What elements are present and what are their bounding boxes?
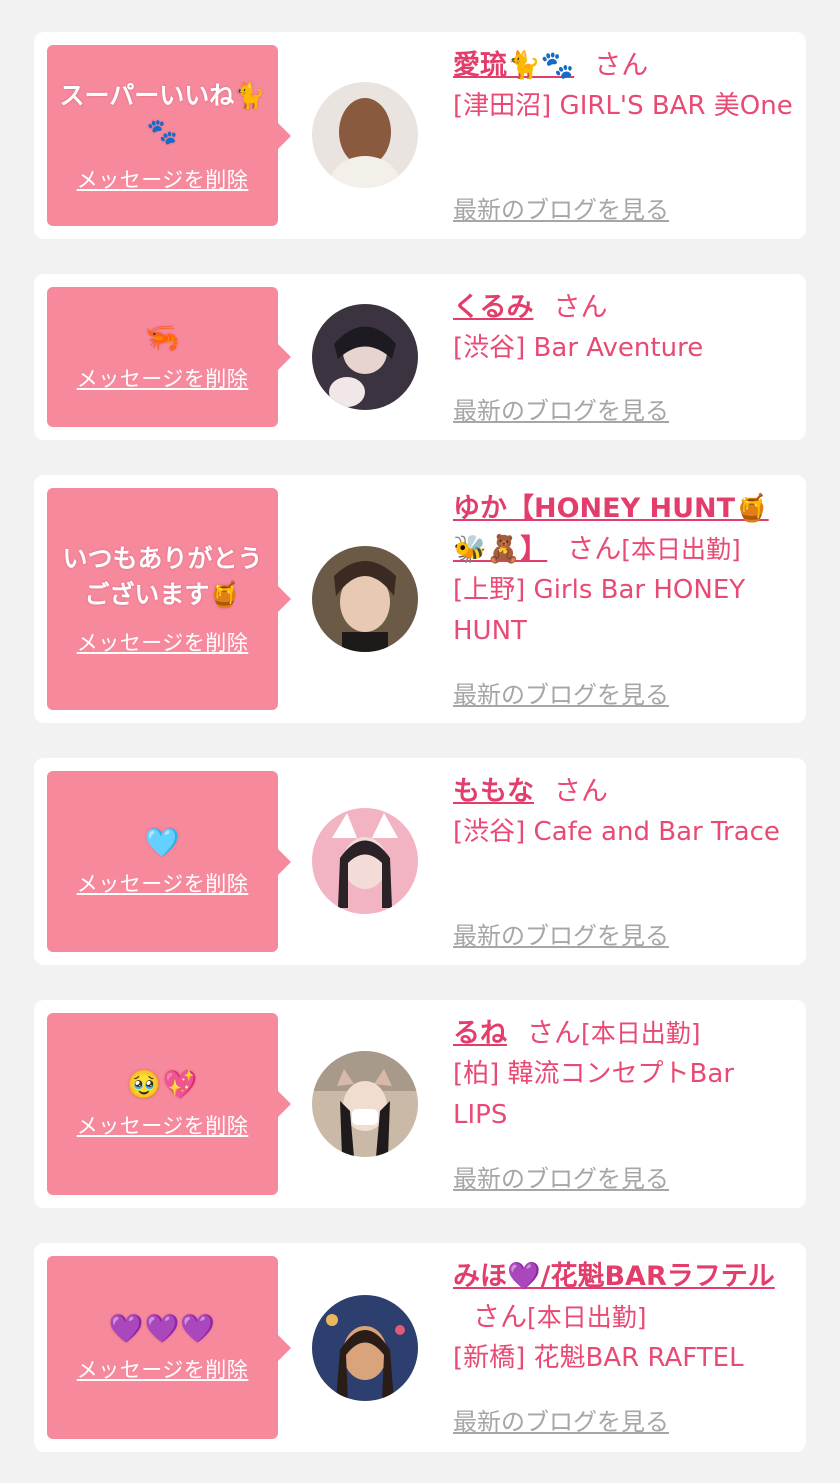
cast-info: みほ💜/花魁BARラフテルさん[本日出勤] [新橋] 花魁BAR RAFTEL [453, 1256, 793, 1379]
message-bubble: 🦐 メッセージを削除 [47, 287, 291, 427]
message-text: 🩵 [144, 825, 181, 859]
delete-message-link[interactable]: メッセージを削除 [77, 627, 249, 657]
cast-info: ももな さん [渋谷] Cafe and Bar Trace [453, 771, 793, 853]
cast-info: 愛琉🐈🐾 さん [津田沼] GIRL'S BAR 美One [453, 45, 793, 127]
like-message-list: スーパーいいね🐈 🐾 メッセージを削除 愛琉🐈🐾 さん [津田沼] GIRL'S … [0, 0, 840, 1483]
message-card: いつもありがとう ございます🍯 メッセージを削除 ゆか【HONEY HUNT🍯🐝… [34, 475, 806, 723]
message-text: 🦐 [144, 321, 181, 354]
cast-name-link[interactable]: くるみ [453, 292, 533, 323]
message-text: いつもありがとう ございます🍯 [62, 544, 263, 609]
message-card: スーパーいいね🐈 🐾 メッセージを削除 愛琉🐈🐾 さん [津田沼] GIRL'S … [34, 32, 806, 239]
delete-message-link[interactable]: メッセージを削除 [77, 1110, 249, 1140]
latest-blog-link[interactable]: 最新のブログを見る [453, 1402, 669, 1437]
message-bubble: 🩵 メッセージを削除 [47, 771, 291, 952]
delete-message-link[interactable]: メッセージを削除 [77, 164, 249, 194]
latest-blog-link[interactable]: 最新のブログを見る [453, 675, 669, 710]
cast-name-link[interactable]: るね [453, 1018, 507, 1049]
honorific: さん [554, 776, 608, 807]
avatar[interactable] [312, 304, 418, 410]
cast-info: ゆか【HONEY HUNT🍯🐝🧸】 さん[本日出勤] [上野] Girls Bar… [453, 488, 793, 652]
honorific: さん [594, 50, 649, 81]
delete-message-link[interactable]: メッセージを削除 [77, 363, 249, 393]
delete-message-link[interactable]: メッセージを削除 [77, 868, 249, 898]
avatar[interactable] [312, 1051, 418, 1157]
shop-name: [上野] Girls Bar HONEY HUNT [453, 575, 746, 646]
avatar[interactable] [312, 82, 418, 188]
shop-name: [新橋] 花魁BAR RAFTEL [453, 1343, 744, 1373]
latest-blog-link[interactable]: 最新のブログを見る [453, 916, 669, 951]
avatar[interactable] [312, 808, 418, 914]
cast-info: くるみ さん [渋谷] Bar Aventure [453, 287, 793, 369]
shop-name: [渋谷] Cafe and Bar Trace [453, 817, 780, 847]
message-text: スーパーいいね🐈 🐾 [59, 80, 266, 146]
delete-message-link[interactable]: メッセージを削除 [77, 1354, 249, 1384]
message-bubble: いつもありがとう ございます🍯 メッセージを削除 [47, 488, 291, 710]
cast-name-link[interactable]: 愛琉🐈🐾 [453, 50, 574, 81]
message-card: 🥹💖 メッセージを削除 るね さん[本日出勤] [柏] 韓流コンセプトBar LI… [34, 1000, 806, 1208]
latest-blog-link[interactable]: 最新のブログを見る [453, 391, 669, 426]
message-text: 🥹💖 [126, 1068, 199, 1101]
cast-info: るね さん[本日出勤] [柏] 韓流コンセプトBar LIPS [453, 1013, 793, 1136]
avatar[interactable] [312, 546, 418, 652]
message-bubble: スーパーいいね🐈 🐾 メッセージを削除 [47, 45, 291, 226]
attendance-badge: [本日出勤] [527, 1303, 647, 1332]
message-card: 🦐 メッセージを削除 くるみ さん [渋谷] Bar Aventure 最新のブロ… [34, 274, 806, 440]
honorific: さん [553, 292, 608, 323]
message-card: 🩵 メッセージを削除 ももな さん [渋谷] Cafe and Bar Trace… [34, 758, 806, 965]
cast-name-link[interactable]: ももな [453, 776, 534, 807]
message-bubble: 🥹💖 メッセージを削除 [47, 1013, 291, 1195]
message-text: 💜💜💜 [108, 1311, 217, 1345]
message-card: 💜💜💜 メッセージを削除 みほ💜/花魁BARラフテルさん[本日出勤] [新橋] … [34, 1243, 806, 1452]
attendance-badge: [本日出勤] [621, 535, 741, 564]
cast-name-link[interactable]: みほ💜/花魁BARラフテル [453, 1261, 775, 1292]
avatar[interactable] [312, 1295, 418, 1401]
honorific: さん [527, 1018, 581, 1049]
message-bubble: 💜💜💜 メッセージを削除 [47, 1256, 291, 1439]
shop-name: [渋谷] Bar Aventure [453, 333, 704, 363]
honorific: さん [473, 1302, 527, 1333]
attendance-badge: [本日出勤] [581, 1019, 701, 1048]
shop-name: [津田沼] GIRL'S BAR 美One [453, 91, 793, 121]
shop-name: [柏] 韓流コンセプトBar LIPS [453, 1059, 735, 1130]
latest-blog-link[interactable]: 最新のブログを見る [453, 1159, 669, 1194]
honorific: さん [567, 534, 622, 565]
latest-blog-link[interactable]: 最新のブログを見る [453, 190, 669, 225]
